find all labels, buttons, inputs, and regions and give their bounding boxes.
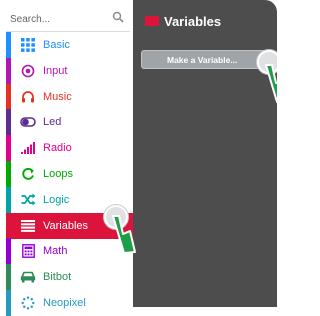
- pointer-hand-icon: [112, 215, 136, 254]
- category-bitbot[interactable]: Bitbot: [6, 264, 133, 291]
- signal-bars-icon: [20, 140, 36, 156]
- category-label: Bitbot: [43, 271, 72, 284]
- category-label: Led: [43, 116, 62, 129]
- category-label: Input: [43, 64, 68, 77]
- dots-circle-icon: [20, 295, 36, 311]
- variables-flyout: Variables Make a Variable...: [133, 0, 285, 307]
- calculator-icon: [20, 243, 36, 259]
- headphones-icon: [20, 89, 36, 105]
- category-label: Logic: [43, 193, 70, 206]
- category-color-bar: [6, 186, 11, 213]
- flyout-title: Variables: [145, 12, 221, 30]
- car-icon: [20, 269, 36, 285]
- category-color-bar: [6, 238, 11, 265]
- category-color-bar: [6, 83, 11, 110]
- refresh-icon: [20, 166, 36, 182]
- category-label: Neopixel: [43, 297, 86, 309]
- toolbox: Basic Input Music Led Radio Loops Logic Variabl…: [0, 0, 133, 316]
- search-icon[interactable]: [112, 11, 124, 23]
- target-icon: [20, 63, 36, 79]
- workspace-edge: [277, 0, 285, 307]
- category-label: Loops: [43, 168, 73, 180]
- category-label: Math: [43, 245, 68, 258]
- list-icon: [20, 218, 36, 234]
- category-color-bar: [6, 135, 11, 162]
- toggle-icon: [20, 114, 36, 130]
- category-led[interactable]: Led: [6, 109, 133, 136]
- category-music[interactable]: Music: [6, 83, 133, 110]
- category-loops[interactable]: Loops: [6, 161, 133, 187]
- category-label: Variables: [43, 219, 89, 232]
- category-color-bar: [6, 109, 11, 136]
- category-color-bar: [6, 264, 11, 291]
- category-color-bar: [6, 161, 11, 187]
- category-label: Basic: [43, 39, 70, 51]
- shuffle-icon: [20, 192, 36, 208]
- workspace[interactable]: Variables Make a Variable...: [133, 0, 285, 307]
- category-radio[interactable]: Radio: [6, 135, 133, 162]
- category-color-bar: [6, 32, 11, 58]
- category-color-bar: [6, 212, 11, 239]
- category-label: Music: [43, 90, 72, 103]
- category-basic[interactable]: Basic: [6, 32, 133, 58]
- category-label: Radio: [43, 142, 72, 155]
- category-input[interactable]: Input: [6, 57, 133, 84]
- category-neopixel[interactable]: Neopixel: [6, 290, 133, 316]
- make-variable-button[interactable]: Make a Variable...: [141, 50, 269, 69]
- category-color-bar: [6, 290, 11, 316]
- search-box[interactable]: [6, 6, 130, 32]
- flyout-title-text: Variables: [164, 13, 222, 29]
- search-input[interactable]: [10, 9, 106, 29]
- grid-icon: [20, 37, 36, 53]
- category-color-swatch: [145, 16, 159, 26]
- category-color-bar: [6, 57, 11, 84]
